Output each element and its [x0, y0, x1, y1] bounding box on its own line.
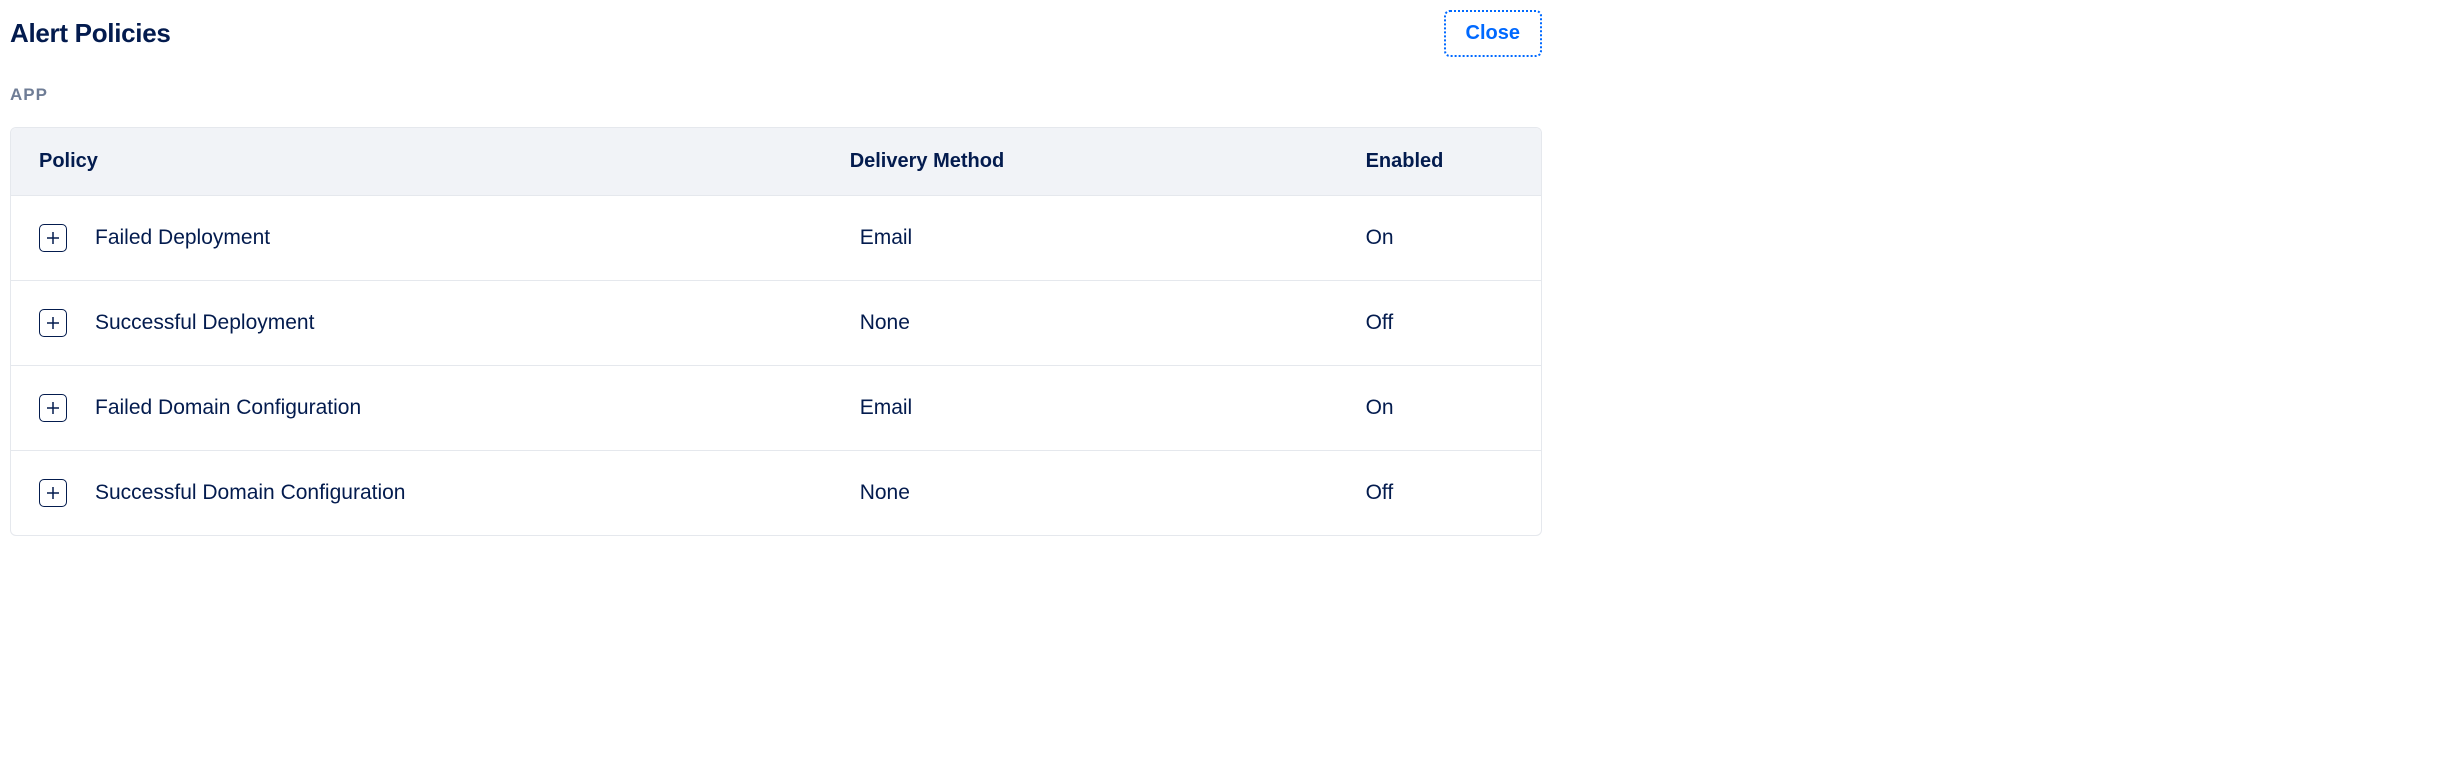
expand-icon[interactable]	[39, 479, 67, 507]
delivery-method: None	[850, 311, 1366, 335]
policy-cell: Failed Domain Configuration	[39, 394, 850, 422]
page-title: Alert Policies	[10, 18, 171, 49]
policy-name: Failed Deployment	[95, 226, 270, 250]
delivery-method: None	[850, 481, 1366, 505]
policies-table: Policy Delivery Method Enabled Failed De…	[10, 127, 1542, 536]
section-label: APP	[10, 85, 1542, 105]
header-policy: Policy	[39, 150, 850, 173]
enabled-status: Off	[1366, 481, 1513, 505]
delivery-method: Email	[850, 396, 1366, 420]
table-row: Failed Deployment EmailOn	[11, 195, 1541, 280]
close-button[interactable]: Close	[1444, 10, 1542, 57]
policy-name: Successful Domain Configuration	[95, 481, 406, 505]
page-header: Alert Policies Close	[10, 10, 1542, 57]
table-row: Successful Domain Configuration NoneOff	[11, 450, 1541, 535]
header-delivery: Delivery Method	[850, 150, 1366, 173]
expand-icon[interactable]	[39, 309, 67, 337]
table-header: Policy Delivery Method Enabled	[11, 128, 1541, 195]
enabled-status: On	[1366, 226, 1513, 250]
policy-cell: Successful Deployment	[39, 309, 850, 337]
expand-icon[interactable]	[39, 394, 67, 422]
delivery-method: Email	[850, 226, 1366, 250]
enabled-status: Off	[1366, 311, 1513, 335]
table-row: Failed Domain Configuration EmailOn	[11, 365, 1541, 450]
expand-icon[interactable]	[39, 224, 67, 252]
table-row: Successful Deployment NoneOff	[11, 280, 1541, 365]
policy-cell: Failed Deployment	[39, 224, 850, 252]
policy-name: Failed Domain Configuration	[95, 396, 361, 420]
policy-cell: Successful Domain Configuration	[39, 479, 850, 507]
header-enabled: Enabled	[1366, 150, 1513, 173]
policy-name: Successful Deployment	[95, 311, 314, 335]
enabled-status: On	[1366, 396, 1513, 420]
